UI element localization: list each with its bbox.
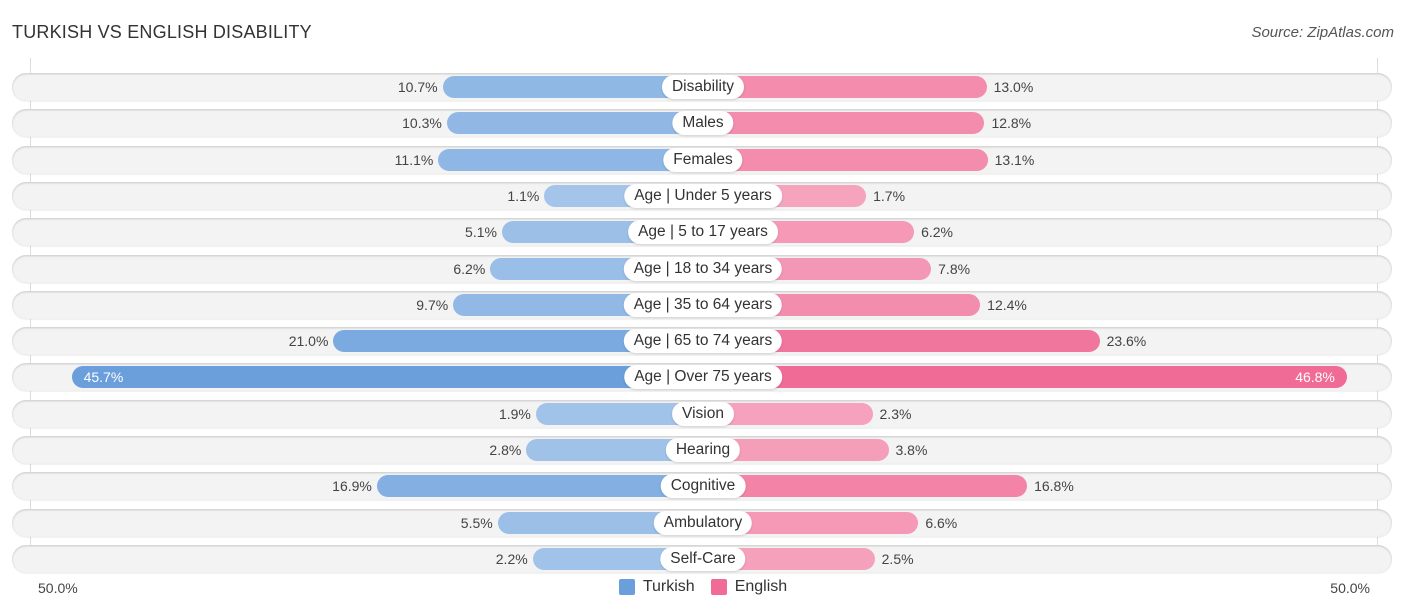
value-label-turkish: 21.0% (288, 333, 329, 349)
value-label-turkish: 1.1% (507, 188, 540, 204)
category-label: Hearing (665, 438, 741, 462)
bar-turkish[interactable] (446, 112, 703, 134)
value-label-turkish: 1.9% (498, 406, 531, 422)
value-label-english: 12.8% (991, 115, 1032, 131)
value-label-english: 23.6% (1106, 333, 1147, 349)
value-label-english: 7.8% (938, 261, 971, 277)
value-label-turkish: 10.7% (397, 79, 438, 95)
value-label-turkish: 2.2% (495, 551, 528, 567)
category-label: Ambulatory (653, 511, 753, 535)
bar-english[interactable] (703, 366, 1347, 388)
bar-english[interactable] (703, 76, 987, 98)
bar-english[interactable] (703, 149, 988, 171)
category-label: Age | 65 to 74 years (623, 329, 783, 353)
value-label-turkish: 5.5% (460, 515, 493, 531)
category-label: Age | 18 to 34 years (623, 257, 783, 281)
value-label-english: 1.7% (873, 188, 906, 204)
value-label-english: 2.3% (879, 406, 912, 422)
value-label-english: 46.8% (1295, 369, 1335, 385)
value-label-turkish: 6.2% (453, 261, 486, 277)
category-label: Self-Care (660, 547, 746, 571)
legend-swatch-english (710, 579, 727, 595)
legend-swatch-turkish (618, 579, 635, 595)
value-label-turkish: 2.8% (489, 442, 522, 458)
bar-english[interactable] (703, 475, 1028, 497)
category-label: Age | 5 to 17 years (628, 220, 778, 244)
bar-english[interactable] (703, 112, 985, 134)
category-label: Age | Under 5 years (624, 184, 782, 208)
bar-turkish[interactable] (71, 366, 703, 388)
value-label-turkish: 45.7% (83, 369, 124, 385)
value-label-turkish: 9.7% (416, 297, 449, 313)
value-label-english: 6.6% (925, 515, 958, 531)
legend-label-turkish: Turkish (642, 578, 695, 595)
chart-rows: 10.7% 13.0% Disability 10.3% 12.8% Males 11.1%… (0, 0, 1406, 612)
category-label: Age | Over 75 years (624, 365, 782, 389)
category-label: Vision (672, 402, 734, 426)
legend-label-english: English (734, 578, 788, 595)
category-label: Females (663, 148, 743, 172)
category-label: Cognitive (660, 474, 746, 498)
category-label: Disability (661, 75, 745, 99)
category-label: Males (672, 111, 734, 135)
legend-item-english[interactable]: English (710, 578, 788, 596)
value-label-turkish: 11.1% (394, 152, 434, 168)
value-label-turkish: 10.3% (402, 115, 442, 131)
value-label-english: 2.5% (881, 551, 914, 567)
legend-item-turkish[interactable]: Turkish (618, 578, 695, 596)
value-label-english: 13.0% (993, 79, 1034, 95)
value-label-turkish: 5.1% (465, 224, 497, 240)
value-label-english: 6.2% (921, 224, 953, 240)
value-label-english: 16.8% (1034, 478, 1074, 494)
value-label-turkish: 16.9% (332, 478, 372, 494)
value-label-english: 3.8% (895, 442, 928, 458)
bar-turkish[interactable] (376, 475, 703, 497)
category-label: Age | 35 to 64 years (623, 293, 783, 317)
value-label-english: 12.4% (987, 297, 1027, 313)
legend: Turkish English (0, 578, 1406, 596)
value-label-english: 13.1% (994, 152, 1035, 168)
